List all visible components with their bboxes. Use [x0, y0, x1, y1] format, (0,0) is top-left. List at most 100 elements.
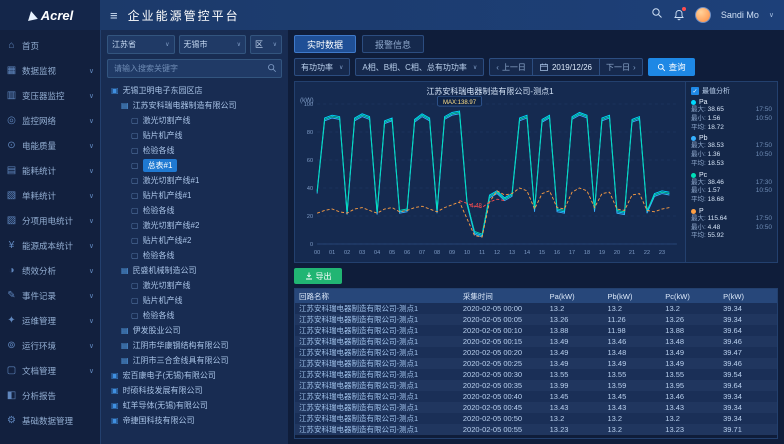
tree-search-input[interactable]	[112, 63, 264, 74]
district-select[interactable]: 区∨	[250, 35, 282, 54]
tree-node[interactable]: ▢激光切割产线	[107, 278, 282, 293]
chevron-down-icon: ∨	[89, 267, 94, 275]
sidebar-item-report[interactable]: ◧分析报告	[0, 383, 100, 408]
line-chart[interactable]: 0204060801000001020304050607080910111213…	[295, 96, 685, 260]
notifications-bell-icon[interactable]	[673, 9, 685, 21]
query-button[interactable]: 查询	[648, 58, 695, 76]
tree-node[interactable]: ▢贴片机产线#2	[107, 233, 282, 248]
table-cell: 13.59	[603, 380, 661, 391]
tree-node[interactable]: ▤江阴市华康钢结构有限公司	[107, 338, 282, 353]
sidebar-item-data-monitor[interactable]: ▦数据监视∨	[0, 58, 100, 83]
tree-node[interactable]: ▢激光切割产线#2	[107, 218, 282, 233]
table-cell: 39.46	[719, 336, 777, 347]
metric-select[interactable]: 有功功率∨	[294, 58, 350, 76]
sidebar-item-home[interactable]: ⌂首页	[0, 33, 100, 58]
tree-node[interactable]: ▣无锡卫明电子东园区店	[107, 83, 282, 98]
user-menu-chevron-icon[interactable]: ∨	[769, 11, 774, 19]
chevron-down-icon: ∨	[89, 317, 94, 325]
notification-badge	[682, 7, 686, 11]
sidebar-item-ops-management[interactable]: ✦运维管理∨	[0, 308, 100, 333]
chevron-down-icon: ∨	[165, 41, 169, 48]
user-avatar[interactable]	[695, 7, 711, 23]
table-cell: 39.34	[719, 413, 777, 424]
sidebar-item-base-data[interactable]: ⚙基础数据管理	[0, 408, 100, 433]
tree-node[interactable]: ▤民盛机械制造公司	[107, 263, 282, 278]
tree-node[interactable]: ▢贴片机产线	[107, 128, 282, 143]
chart-unit-label: (kW)	[300, 97, 314, 104]
search-icon[interactable]	[651, 6, 663, 24]
export-button[interactable]: 导出	[294, 268, 342, 284]
tab-realtime-data[interactable]: 实时数据	[294, 35, 356, 53]
chevron-down-icon: ∨	[273, 41, 277, 48]
event-log-icon: ✎	[6, 290, 17, 301]
chevron-down-icon: ∨	[237, 41, 241, 48]
province-select[interactable]: 江苏省∨	[107, 35, 175, 54]
sidebar-item-network[interactable]: ◎监控网络∨	[0, 108, 100, 133]
sidebar-item-energy-stats[interactable]: ▤能耗统计∨	[0, 158, 100, 183]
tree-node[interactable]: ▢检验各线	[107, 143, 282, 158]
sidebar-item-performance[interactable]: ◑绩效分析∨	[0, 258, 100, 283]
org-icon: ▤	[121, 101, 129, 110]
search-icon[interactable]	[267, 60, 277, 78]
tree-node[interactable]: ▤江阴市三合金线具有限公司	[107, 353, 282, 368]
table-cell: 39.64	[719, 325, 777, 336]
table-cell: 13.45	[546, 391, 604, 402]
brand-name: Acrel	[41, 8, 74, 23]
next-day-button[interactable]: 下一日 ›	[600, 59, 642, 75]
tree-node[interactable]: ▢贴片机产线#1	[107, 188, 282, 203]
tree-node[interactable]: ▢检验各线	[107, 308, 282, 323]
sidebar-item-power-quality[interactable]: ⊙电能质量∨	[0, 133, 100, 158]
svg-text:00: 00	[314, 250, 320, 256]
sidebar-item-event-log[interactable]: ✎事件记录∨	[0, 283, 100, 308]
tree-node[interactable]: ▤伊发股业公司	[107, 323, 282, 338]
sidebar-item-subitem-power[interactable]: ▨分项用电统计∨	[0, 208, 100, 233]
sidebar-item-energy-cost[interactable]: ¥能源成本统计∨	[0, 233, 100, 258]
sidebar-item-transformer[interactable]: ▥变压器监控∨	[0, 83, 100, 108]
table-cell: 2020-02-05 00:55	[459, 424, 546, 435]
sidebar-item-unit-consumption[interactable]: ▧单耗统计∨	[0, 183, 100, 208]
region-selects: 江苏省∨ 无锡市∨ 区∨	[107, 35, 282, 54]
table-cell: 13.49	[661, 347, 719, 358]
tree-node-label: 无锡卫明电子东园区店	[123, 85, 203, 96]
tree-node[interactable]: ▢贴片机产线	[107, 293, 282, 308]
city-select[interactable]: 无锡市∨	[179, 35, 247, 54]
phase-select[interactable]: A相、B相、C相、总有功功率∨	[355, 58, 484, 76]
table-cell: 江苏安科瑞电器制造有限公司-测点1	[295, 347, 459, 358]
tree-node-label: 检验各线	[143, 145, 175, 156]
sidebar-item-environment[interactable]: ⊚运行环境∨	[0, 333, 100, 358]
table-row: 江苏安科瑞电器制造有限公司-测点12020-02-05 00:0513.2611…	[295, 314, 777, 325]
device-icon: ▢	[131, 131, 139, 140]
tree-node[interactable]: ▢激光切割产线	[107, 113, 282, 128]
tree-node[interactable]: ▣帝捷国科技有限公司	[107, 413, 282, 428]
tree-node[interactable]: ▢检验各线	[107, 203, 282, 218]
page-title: 企业能源管控平台	[128, 7, 240, 24]
table-cell: 2020-02-05 00:15	[459, 336, 546, 347]
svg-text:60: 60	[307, 158, 313, 164]
sidebar-item-document[interactable]: ▢文档管理∨	[0, 358, 100, 383]
prev-day-button[interactable]: ‹ 上一日	[490, 59, 532, 75]
menu-toggle-icon[interactable]: ≡	[110, 8, 118, 23]
acrel-logo: Acrel	[0, 0, 100, 30]
tab-alarm-info[interactable]: 报警信息	[362, 35, 424, 53]
table-cell: 13.55	[603, 369, 661, 380]
tree-node[interactable]: ▤江苏安科瑞电器制造有限公司	[107, 98, 282, 113]
date-picker[interactable]: 2019/12/26	[532, 59, 600, 75]
tree-node-label: 江阴市华康钢结构有限公司	[133, 340, 229, 351]
org-icon: ▣	[111, 371, 119, 380]
table-row: 江苏安科瑞电器制造有限公司-测点12020-02-05 00:3513.9913…	[295, 380, 777, 391]
sidebar-item-label: 运行环境	[22, 340, 84, 352]
tree-node[interactable]: ▣虹羊导体(无锡)有限公司	[107, 398, 282, 413]
table-row: 江苏安科瑞电器制造有限公司-测点12020-02-05 00:3013.5513…	[295, 369, 777, 380]
table-column-header: 回路名称	[295, 289, 459, 303]
table-cell: 2020-02-05 00:10	[459, 325, 546, 336]
table-cell: 江苏安科瑞电器制造有限公司-测点1	[295, 424, 459, 435]
tree-node[interactable]: ▣宏百康电子(无锡)有限公司	[107, 368, 282, 383]
max-analysis-toggle[interactable]: ✓ 最值分析	[691, 86, 772, 96]
table-cell: 13.95	[661, 380, 719, 391]
tree-node[interactable]: ▢检验各线	[107, 248, 282, 263]
table-cell: 13.2	[603, 413, 661, 424]
main-layout: ⌂首页▦数据监视∨▥变压器监控∨◎监控网络∨⊙电能质量∨▤能耗统计∨▧单耗统计∨…	[0, 30, 784, 444]
tree-node[interactable]: ▣时硕科技发展有限公司	[107, 383, 282, 398]
tree-node[interactable]: ▢总表#1	[107, 158, 282, 173]
tree-node[interactable]: ▢激光切割产线#1	[107, 173, 282, 188]
